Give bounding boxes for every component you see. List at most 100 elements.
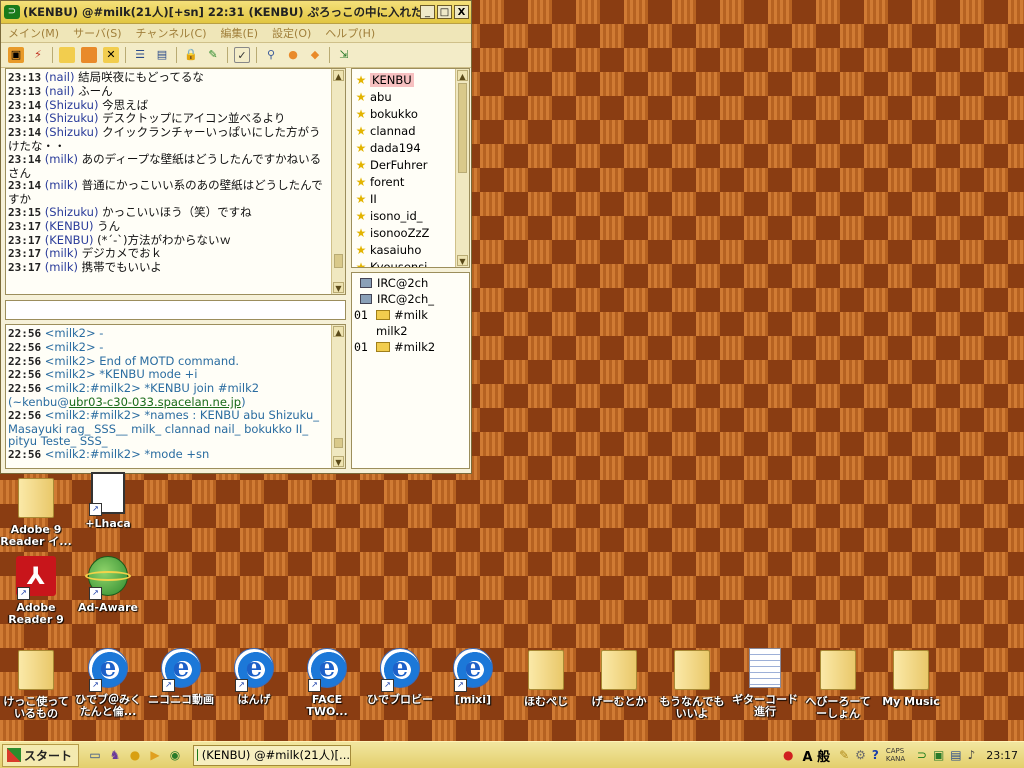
server-log-pane[interactable]: 22:56 <milk2> - 22:56 <milk2> - 22:56 <m… [5,324,346,469]
show-desktop-icon[interactable]: ▭ [87,747,103,763]
pen-icon[interactable]: ✎ [839,748,849,762]
user-list-item[interactable]: ★ clannad [354,122,455,139]
monitor-icon[interactable]: ▤ [154,47,170,63]
ime-mode-indicator[interactable]: A 般 [802,746,830,765]
log-line: 23:13 (nail) ふーん [8,83,113,98]
irc-client-window[interactable]: ⊃ (KENBU) @#milk(21人)[+sn] 22:31 (KENBU)… [0,0,472,474]
star-icon: ★ [355,174,367,189]
channel-log-scrollbar[interactable]: ▲ ▼ [331,69,345,294]
user-list-item[interactable]: ★ Kyousensi [354,258,455,268]
tools-icon[interactable]: ⚙ [855,748,866,762]
export-icon[interactable]: ⇲ [336,47,352,63]
user-list-item[interactable]: ★ abu [354,88,455,105]
user-list-item[interactable]: ★ bokukko [354,105,455,122]
lock-icon[interactable]: 🔒 [183,47,199,63]
user-list-pane[interactable]: ★ KENBU ★ abu ★ bokukko ★ clannad ★ dada194 ★… [351,68,470,268]
desktop-icon-my-music[interactable]: My Music [875,648,947,708]
tree-server-item[interactable]: milk2 [354,323,467,339]
scroll-thumb[interactable] [458,83,467,173]
open-icon[interactable] [81,47,97,63]
scroll-thumb[interactable] [334,254,343,268]
tree-channel-item[interactable]: 01 #milk2 [354,339,467,355]
user-list-item[interactable]: ★ kasaiuho [354,241,455,258]
minimize-button[interactable]: _ [420,5,435,19]
user-list-item[interactable]: ★ KENBU [354,71,455,88]
desktop-icon-lhaca[interactable]: ↗ +Lhaca [72,472,144,530]
user-list-item[interactable]: ★ forent [354,173,455,190]
volume-icon[interactable]: ♪ [968,748,976,762]
user-list-item[interactable]: ★ DerFuhrer [354,156,455,173]
menu-help[interactable]: ヘルプ(H) [318,25,382,41]
scroll-up-arrow-icon[interactable]: ▲ [457,70,468,81]
list-icon[interactable]: ☰ [132,47,148,63]
desktop-icon-mou-nandemo[interactable]: もうなんでもいいよ [656,648,728,720]
log-line: 23:13 (nail) 結局咲夜にもどってるな [8,70,204,84]
log-line: 23:14 (Shizuku) デスクトップにアイコン並べるより [8,111,286,126]
scroll-down-arrow-icon[interactable]: ▼ [333,456,344,467]
check-icon[interactable]: ✓ [234,47,250,63]
desktop-icon-adobe-reader-9[interactable]: ⅄ ↗ Adobe Reader 9 [0,556,72,626]
scroll-up-arrow-icon[interactable]: ▲ [333,326,344,337]
menu-channel[interactable]: チャンネル(C) [129,25,214,41]
balloon-icon[interactable]: ● [285,47,301,63]
server-icon[interactable]: ▣ [8,47,24,63]
user-list-item[interactable]: ★ isono_id_ [354,207,455,224]
desktop-icon-face-two[interactable]: e ↗ FACE TWO... [291,648,363,718]
balloon2-icon[interactable]: ◆ [307,47,323,63]
desktop-icon-game-toka[interactable]: げーむとか [583,648,655,708]
taskbar-button-irc-client[interactable]: (KENBU) @#milk(21人)[... [193,744,352,766]
scroll-down-arrow-icon[interactable]: ▼ [457,255,468,266]
user-list-item[interactable]: ★ isonooZzZ [354,224,455,241]
anime-character-icon[interactable]: ♞ [107,747,123,763]
toolbar: ▣ ⚡ ✕ ☰ ▤ 🔒 ✎ ✓ ⚲ ● ◆ ⇲ [1,43,471,68]
tree-server-item[interactable]: IRC@2ch_ [354,291,467,307]
start-button[interactable]: スタート [2,743,80,767]
tree-channel-item[interactable]: 01 #milk [354,307,467,323]
norton-icon[interactable]: ● [127,747,143,763]
close-button[interactable]: X [454,5,469,19]
desktop-icon-hange[interactable]: e ↗ はんげ [218,648,290,706]
desktop-icon-guitar-code[interactable]: ギターコード進行 [729,648,801,718]
channel-folder-icon[interactable] [59,47,75,63]
message-input[interactable] [5,300,346,320]
irc-tray-icon[interactable]: ⊃ [917,748,927,762]
folder-icon[interactable]: ✕ [103,47,119,63]
search-icon[interactable]: ⚲ [263,47,279,63]
help-icon[interactable]: ? [872,748,879,762]
user-list-scrollbar[interactable]: ▲ ▼ [455,69,469,267]
menu-edit[interactable]: 編集(E) [213,25,265,41]
title-bar[interactable]: ⊃ (KENBU) @#milk(21人)[+sn] 22:31 (KENBU)… [1,1,471,24]
user-list-item[interactable]: ★ II [354,190,455,207]
clock[interactable]: 23:17 [986,749,1018,762]
media-player-icon[interactable]: ▶ [147,747,163,763]
toolbar-separator [176,47,177,63]
security-icon[interactable]: ▣ [933,748,944,762]
globe-icon[interactable]: ◉ [167,747,183,763]
desktop-icon-hidebu-lobby[interactable]: e ↗ ひでブロビー [364,648,436,706]
network-icon[interactable]: ▤ [950,748,961,762]
menu-server[interactable]: サーバ(S) [66,25,128,41]
desktop-icon-nicovideo[interactable]: e ↗ ニコニコ動画 [145,648,217,706]
desktop-icon-hebirorote[interactable]: へびーろーてーしょん [802,648,874,720]
app-icon[interactable]: ⊃ [4,5,20,19]
channel-tree-pane[interactable]: IRC@2ch IRC@2ch_ 01 #milk milk2 01 #milk2 [351,272,470,469]
desktop-icon-adobe9-reader-installer[interactable]: Adobe 9 Reader イ... [0,476,72,548]
menu-settings[interactable]: 設定(O) [265,25,318,41]
channel-log-pane[interactable]: 23:13 (nail) 結局咲夜にもどってるな 23:13 (nail) ふー… [5,68,346,295]
scroll-down-arrow-icon[interactable]: ▼ [333,282,344,293]
desktop-icon-homupeji[interactable]: ほむぺじ [510,648,582,708]
edit-icon[interactable]: ✎ [205,47,221,63]
scroll-thumb[interactable] [334,438,343,448]
tree-server-item[interactable]: IRC@2ch [354,275,467,291]
scroll-up-arrow-icon[interactable]: ▲ [333,70,344,81]
maximize-button[interactable]: □ [437,5,452,19]
desktop-icon-hidebu-mikutan[interactable]: e ↗ ひでブ＠みくたんと倫... [72,648,144,718]
desktop-icon-mixi[interactable]: e ↗ [mixi] [437,648,509,706]
user-list-item[interactable]: ★ dada194 [354,139,455,156]
menu-main[interactable]: メイン(M) [1,25,66,41]
server-log-scrollbar[interactable]: ▲ ▼ [331,325,345,468]
connect-icon[interactable]: ⚡ [30,47,46,63]
desktop-icon-ad-aware[interactable]: ↗ Ad-Aware [72,556,144,614]
red-balloon-icon[interactable]: ● [783,748,793,762]
desktop-icon-kekkou-tsukatte[interactable]: けっこ使っているもの [0,648,72,720]
